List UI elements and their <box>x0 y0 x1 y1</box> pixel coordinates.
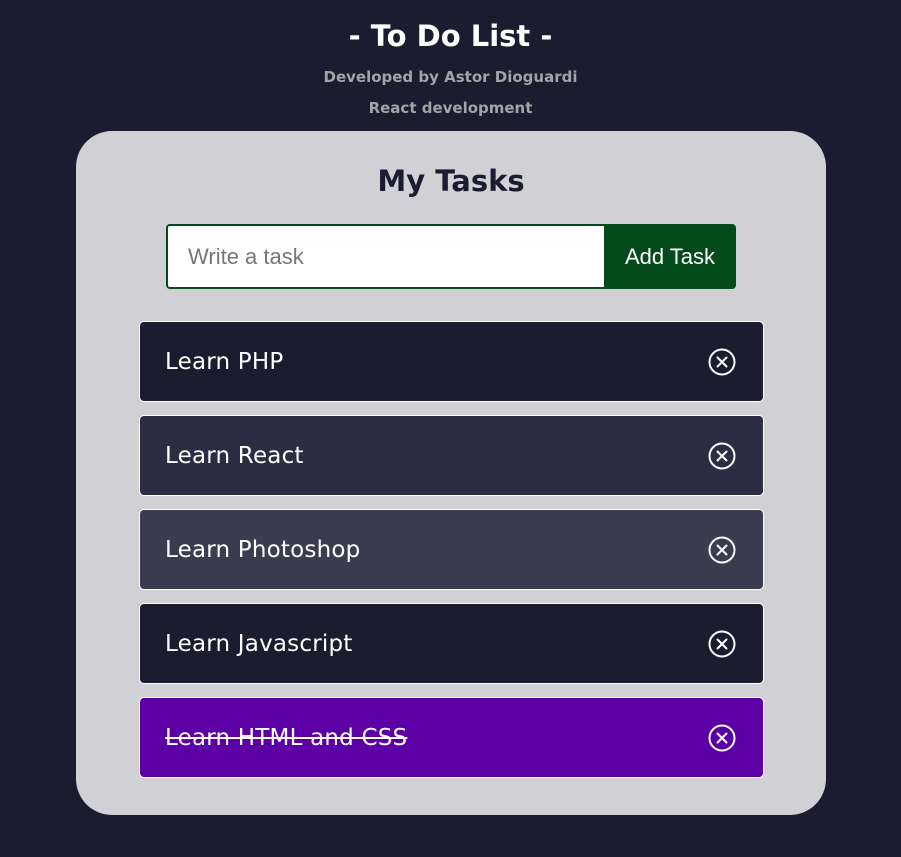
task-input[interactable] <box>166 224 604 289</box>
task-list: Learn PHP Learn React Learn Photoshop Le… <box>139 321 764 791</box>
task-item[interactable]: Learn React <box>139 415 764 496</box>
add-task-button[interactable]: Add Task <box>604 224 736 289</box>
app-title: - To Do List - <box>348 19 553 53</box>
task-item[interactable]: Learn Photoshop <box>139 509 764 590</box>
task-item[interactable]: Learn HTML and CSS <box>139 697 764 778</box>
card-title: My Tasks <box>377 164 525 198</box>
task-text: Learn Photoshop <box>165 536 361 563</box>
add-task-form: Add Task <box>166 224 736 289</box>
task-text: Learn Javascript <box>165 630 353 657</box>
close-circle-icon[interactable] <box>707 723 737 753</box>
task-text: Learn PHP <box>165 348 284 375</box>
task-item[interactable]: Learn PHP <box>139 321 764 402</box>
close-circle-icon[interactable] <box>707 441 737 471</box>
close-circle-icon[interactable] <box>707 347 737 377</box>
developer-credit: Developed by Astor Dioguardi <box>323 68 578 86</box>
close-circle-icon[interactable] <box>707 629 737 659</box>
task-text: Learn HTML and CSS <box>165 724 408 751</box>
tasks-card: My Tasks Add Task Learn PHP Learn React … <box>76 131 826 815</box>
task-text: Learn React <box>165 442 304 469</box>
task-item[interactable]: Learn Javascript <box>139 603 764 684</box>
close-circle-icon[interactable] <box>707 535 737 565</box>
tagline: React development <box>368 99 533 117</box>
